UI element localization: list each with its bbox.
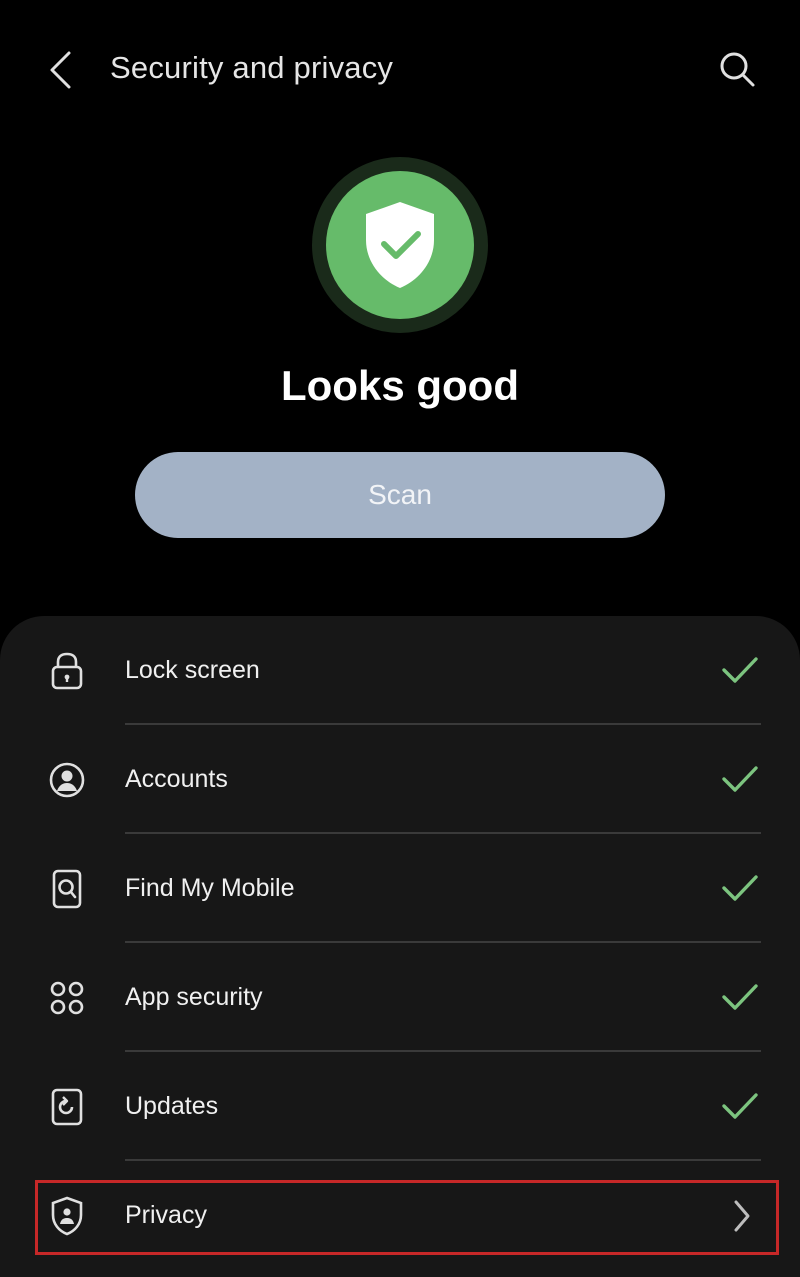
item-app-security[interactable]: App security: [0, 943, 800, 1052]
security-privacy-screen: Security and privacy Looks good Scan Loc…: [0, 0, 800, 1277]
search-button[interactable]: [714, 46, 760, 92]
scan-button[interactable]: Scan: [135, 452, 665, 538]
item-privacy[interactable]: Privacy: [0, 1161, 800, 1270]
check-icon: [720, 872, 760, 904]
search-icon: [720, 52, 755, 87]
check-icon: [720, 981, 760, 1013]
check-icon: [720, 763, 760, 795]
find-my-mobile-icon: [46, 868, 88, 910]
app-grid-icon: [46, 977, 88, 1019]
back-button[interactable]: [38, 48, 82, 92]
account-icon: [46, 759, 88, 801]
item-label: Accounts: [125, 765, 228, 793]
update-icon: [46, 1086, 88, 1128]
shield-check-icon: [366, 202, 434, 288]
privacy-shield-icon: [46, 1195, 88, 1237]
check-icon: [720, 1090, 760, 1122]
item-lock-screen[interactable]: Lock screen: [0, 616, 800, 725]
lock-icon: [46, 650, 88, 692]
item-label: Find My Mobile: [125, 874, 295, 902]
page-title: Security and privacy: [110, 50, 394, 85]
status-indicator: [312, 157, 488, 333]
chevron-left-icon: [50, 51, 71, 89]
item-find-my-mobile[interactable]: Find My Mobile: [0, 834, 800, 943]
item-label: Privacy: [125, 1201, 207, 1229]
item-updates[interactable]: Updates: [0, 1052, 800, 1161]
status-circle: [326, 171, 474, 319]
item-label: App security: [125, 983, 263, 1011]
item-label: Updates: [125, 1092, 219, 1120]
item-accounts[interactable]: Accounts: [0, 725, 800, 834]
item-label: Lock screen: [125, 656, 260, 684]
chevron-right-icon: [720, 1199, 760, 1232]
status-text: Looks good: [281, 362, 519, 409]
check-icon: [720, 654, 760, 686]
top-bar: Security and privacy: [0, 0, 800, 140]
